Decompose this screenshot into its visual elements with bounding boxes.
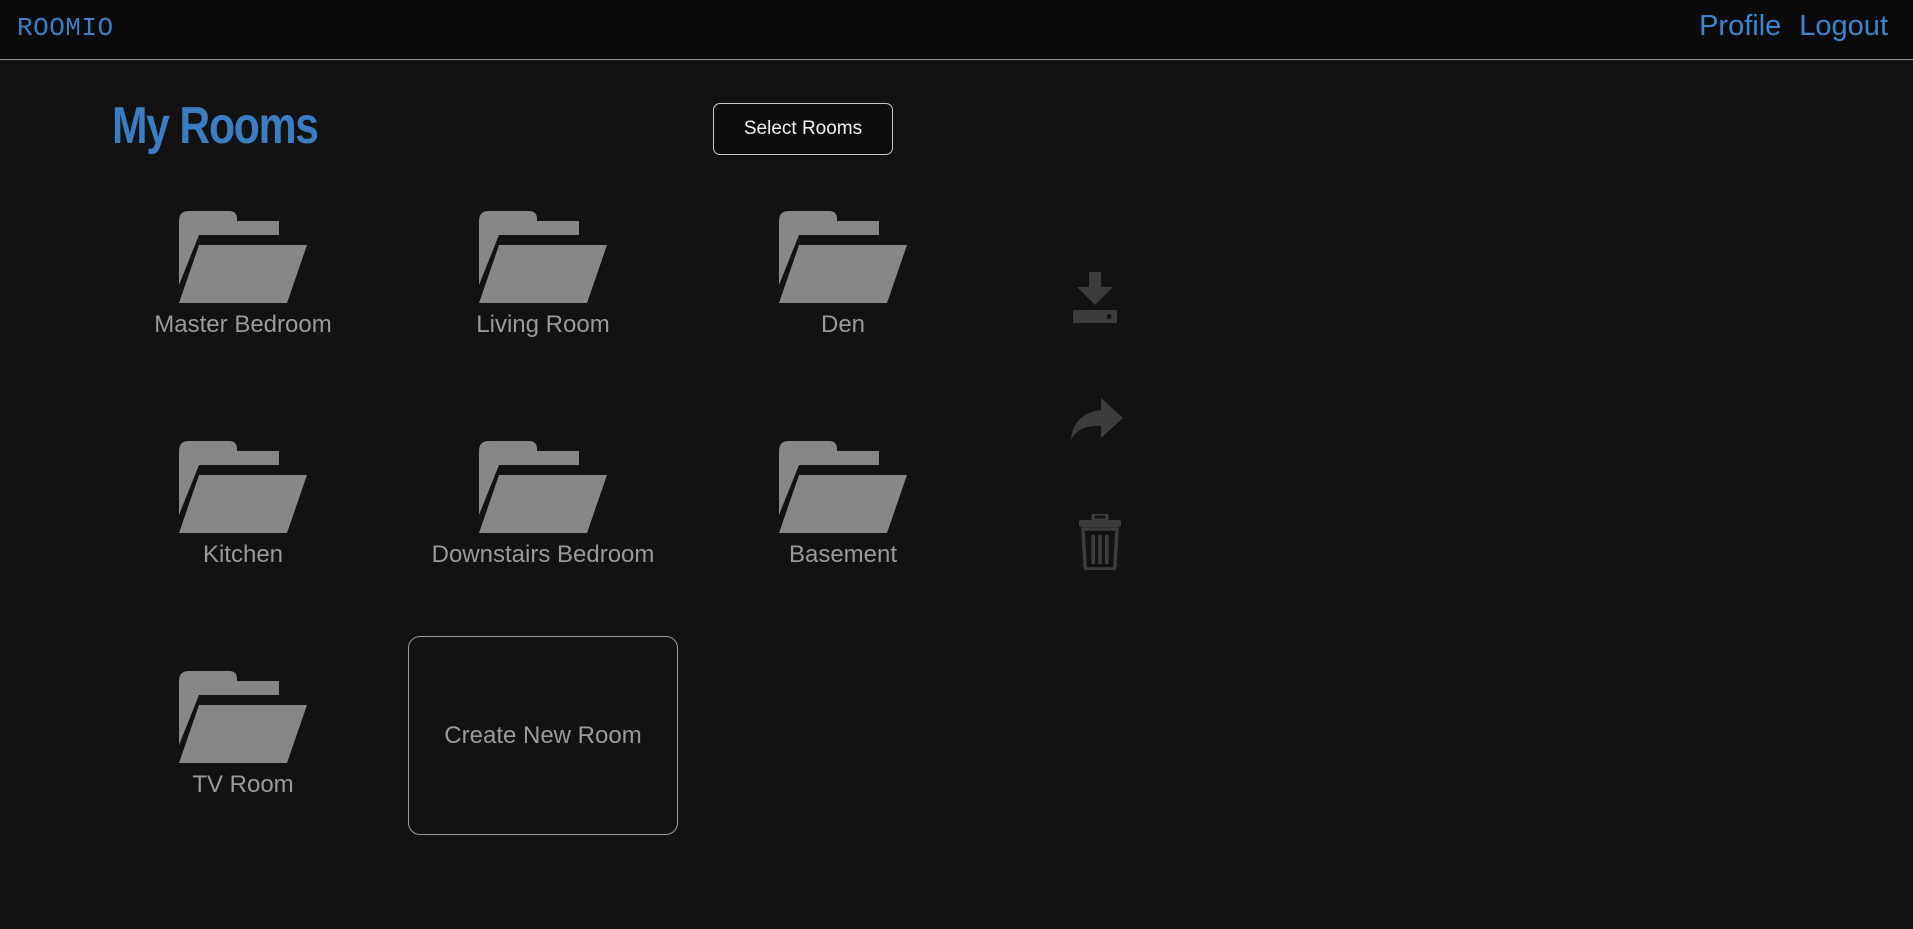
room-item[interactable]: Downstairs Bedroom bbox=[423, 441, 663, 581]
folder-open-icon bbox=[179, 441, 307, 533]
room-label: Kitchen bbox=[202, 541, 284, 568]
folder-open-icon bbox=[479, 211, 607, 303]
folder-open-icon bbox=[779, 441, 907, 533]
download-button[interactable] bbox=[1071, 272, 1119, 329]
download-icon bbox=[1073, 272, 1117, 323]
folder-open-icon bbox=[179, 671, 307, 763]
room-item[interactable]: Kitchen bbox=[123, 441, 363, 581]
share-icon bbox=[1071, 398, 1123, 440]
user-nav: Profile Logout bbox=[1699, 10, 1888, 43]
top-navbar: ROOMIO Profile Logout bbox=[0, 0, 1913, 60]
room-item[interactable]: TV Room bbox=[123, 671, 363, 811]
folder-open-icon bbox=[179, 211, 307, 303]
brand-logo[interactable]: ROOMIO bbox=[17, 13, 114, 43]
room-label: Master Bedroom bbox=[154, 311, 332, 338]
room-label: Den bbox=[820, 311, 866, 338]
room-label: TV Room bbox=[192, 771, 294, 798]
room-label: Basement bbox=[788, 541, 898, 568]
page-title: My Rooms bbox=[112, 97, 319, 155]
folder-open-icon bbox=[779, 211, 907, 303]
room-item[interactable]: Den bbox=[723, 211, 963, 351]
room-item[interactable]: Basement bbox=[723, 441, 963, 581]
share-button[interactable] bbox=[1071, 398, 1123, 445]
room-label: Living Room bbox=[476, 311, 610, 338]
trash-icon bbox=[1079, 512, 1121, 571]
room-item[interactable]: Living Room bbox=[423, 211, 663, 351]
room-item[interactable]: Master Bedroom bbox=[123, 211, 363, 351]
logout-link[interactable]: Logout bbox=[1799, 10, 1888, 43]
room-label: Downstairs Bedroom bbox=[431, 541, 655, 568]
folder-open-icon bbox=[479, 441, 607, 533]
profile-link[interactable]: Profile bbox=[1699, 10, 1781, 43]
create-new-room-label: Create New Room bbox=[444, 721, 642, 749]
create-new-room-button[interactable]: Create New Room bbox=[408, 636, 678, 835]
select-rooms-button[interactable]: Select Rooms bbox=[713, 103, 893, 155]
delete-button[interactable] bbox=[1078, 512, 1122, 575]
